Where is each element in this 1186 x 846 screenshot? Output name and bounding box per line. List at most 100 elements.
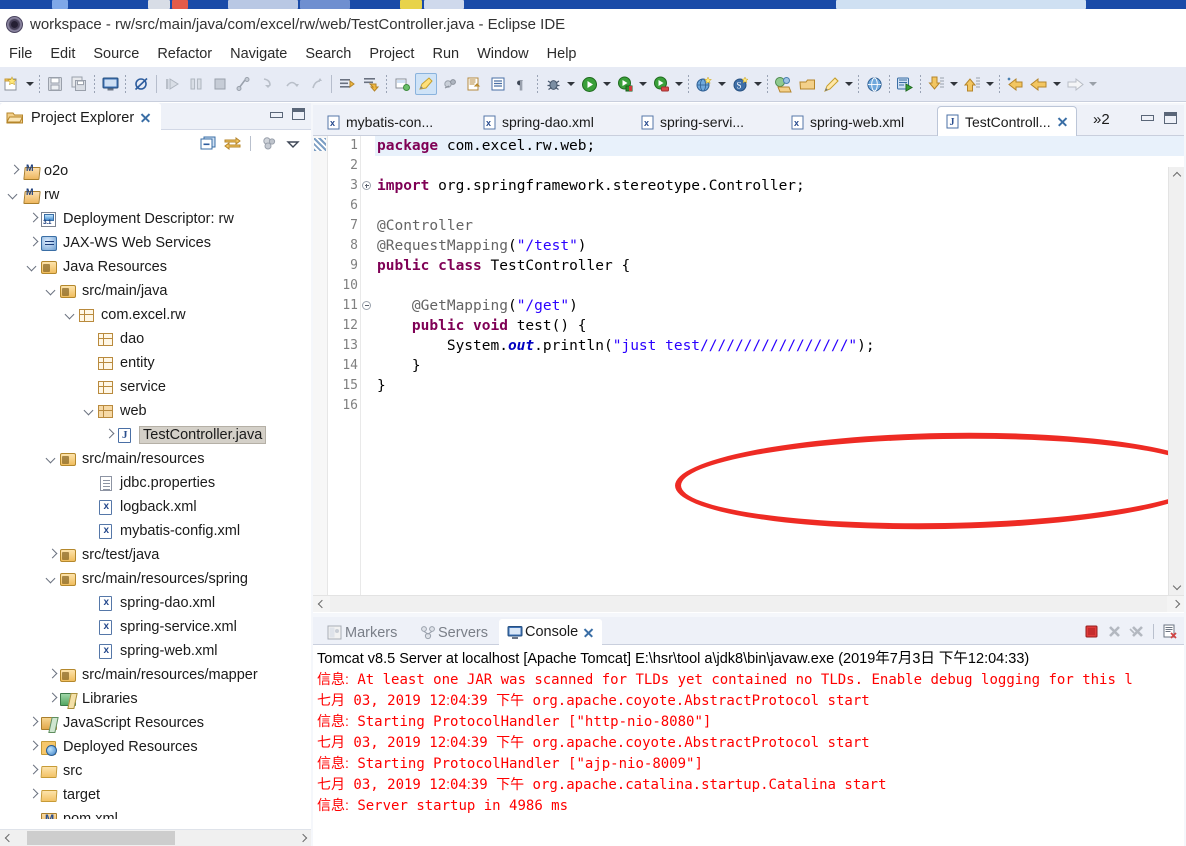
run-server-icon[interactable] — [894, 73, 916, 95]
tree-item-rw[interactable]: rw — [0, 183, 311, 207]
tree-item-target[interactable]: target — [0, 783, 311, 807]
maximize-icon[interactable] — [1164, 112, 1177, 124]
scroll-left-icon[interactable] — [0, 830, 17, 846]
tree-item-deployed-resources[interactable]: Deployed Resources — [0, 735, 311, 759]
hscroll-thumb[interactable] — [27, 830, 175, 845]
run-icon[interactable] — [578, 73, 600, 95]
tree-item-java-resources[interactable]: Java Resources — [0, 255, 311, 279]
editor-tab-testcontroller[interactable]: J TestControll... — [937, 106, 1077, 136]
view-dropdown-icon[interactable] — [283, 134, 303, 154]
tree-item-src-test-java[interactable]: src/test/java — [0, 543, 311, 567]
scroll-down-icon[interactable] — [1169, 579, 1184, 595]
tree-item-jax-ws-web-services[interactable]: JAX-WS Web Services — [0, 231, 311, 255]
run-dropdown-arrow[interactable] — [601, 73, 613, 95]
chevron-down-icon[interactable] — [25, 259, 41, 275]
code-line[interactable]: package com.excel.rw.web; — [375, 136, 1184, 156]
collapse-all-icon[interactable] — [198, 134, 218, 154]
chevron-down-icon[interactable] — [44, 283, 60, 299]
coverage-dropdown-arrow[interactable] — [673, 73, 685, 95]
chevron-right-icon[interactable] — [25, 211, 41, 227]
tab-console[interactable]: Console — [499, 619, 603, 645]
debug-dropdown-arrow[interactable] — [565, 73, 577, 95]
edit-icon[interactable] — [820, 73, 842, 95]
tree-item-libraries[interactable]: Libraries — [0, 687, 311, 711]
chevron-down-icon[interactable] — [6, 187, 22, 203]
scroll-right-icon[interactable] — [1167, 596, 1184, 613]
tree-item-mybatis-config-xml[interactable]: mybatis-config.xml — [0, 519, 311, 543]
hscroll-track[interactable] — [330, 595, 1167, 612]
code-line[interactable]: System.out.println("just test///////////… — [375, 336, 1184, 356]
tree-item-dao[interactable]: dao — [0, 327, 311, 351]
open-console-icon[interactable] — [99, 73, 121, 95]
show-whitespace-icon[interactable] — [439, 73, 461, 95]
run-config-dropdown-arrow[interactable] — [637, 73, 649, 95]
tree-item-jdbc-properties[interactable]: jdbc.properties — [0, 471, 311, 495]
menu-search[interactable]: Search — [296, 45, 360, 63]
tree-item-service[interactable]: service — [0, 375, 311, 399]
fold-expand-icon[interactable] — [362, 176, 374, 196]
scroll-left-icon[interactable] — [313, 596, 330, 613]
tree-item-javascript-resources[interactable]: JavaScript Resources — [0, 711, 311, 735]
code-line[interactable]: import org.springframework.stereotype.Co… — [375, 176, 1184, 196]
minimize-icon[interactable] — [269, 109, 283, 120]
editor-tab-spring-web[interactable]: x spring-web.xml — [783, 108, 912, 136]
open-type-icon[interactable] — [772, 73, 794, 95]
tree-item-com-excel-rw[interactable]: com.excel.rw — [0, 303, 311, 327]
menu-navigate[interactable]: Navigate — [221, 45, 296, 63]
tab-project-explorer[interactable]: Project Explorer — [0, 103, 162, 130]
console-output[interactable]: Tomcat v8.5 Server at localhost [Apache … — [313, 645, 1184, 846]
save-all-icon[interactable] — [68, 73, 90, 95]
tree-item-deployment-descriptor-rw[interactable]: Deployment Descriptor: rw — [0, 207, 311, 231]
code-line[interactable]: @Controller — [375, 216, 1184, 236]
tree-item-spring-service-xml[interactable]: spring-service.xml — [0, 615, 311, 639]
code-editor[interactable]: 1 2 3 6 7 8 9 10 11 12 13 14 15 16 package com.excel.… — [313, 136, 1184, 612]
tab-servers[interactable]: Servers — [412, 620, 496, 645]
back-dropdown-arrow[interactable] — [1051, 73, 1063, 95]
code-line[interactable] — [375, 276, 1184, 296]
code-line[interactable]: @RequestMapping("/test") — [375, 236, 1184, 256]
chevron-right-icon[interactable] — [25, 787, 41, 803]
chevron-down-icon[interactable] — [82, 403, 98, 419]
download-dropdown-arrow[interactable] — [948, 73, 960, 95]
show-source-quick-icon[interactable] — [463, 73, 485, 95]
code-line[interactable]: @GetMapping("/get") — [375, 296, 1184, 316]
menu-run[interactable]: Run — [423, 45, 468, 63]
code-line[interactable] — [375, 196, 1184, 216]
tree-item-src-main-resources-mapper[interactable]: src/main/resources/mapper — [0, 663, 311, 687]
terminate-icon[interactable] — [1081, 621, 1101, 641]
previous-annotation-icon[interactable] — [360, 73, 382, 95]
tree-item-o2o[interactable]: o2o — [0, 159, 311, 183]
tree-item-entity[interactable]: entity — [0, 351, 311, 375]
tree-item-src-main-resources[interactable]: src/main/resources — [0, 447, 311, 471]
code-line[interactable]: } — [375, 356, 1184, 376]
chevron-right-icon[interactable] — [44, 547, 60, 563]
menu-help[interactable]: Help — [538, 45, 586, 63]
tree-item-logback-xml[interactable]: logback.xml — [0, 495, 311, 519]
menu-edit[interactable]: Edit — [41, 45, 84, 63]
new-web-project-icon[interactable] — [693, 73, 715, 95]
tree-item-src-main-java[interactable]: src/main/java — [0, 279, 311, 303]
chevron-right-icon[interactable] — [25, 763, 41, 779]
back-history-icon[interactable] — [1004, 73, 1026, 95]
hscroll-track[interactable] — [17, 829, 294, 846]
chevron-down-icon[interactable] — [63, 307, 79, 323]
open-task-icon[interactable] — [796, 73, 818, 95]
new-wizard-icon[interactable] — [1, 73, 23, 95]
scroll-right-icon[interactable] — [294, 830, 311, 846]
editor-tab-spring-dao[interactable]: x spring-dao.xml — [475, 108, 602, 136]
chevron-right-icon[interactable] — [25, 739, 41, 755]
tree-item-testcontroller-java[interactable]: TestController.java — [0, 423, 311, 447]
menu-project[interactable]: Project — [360, 45, 423, 63]
code-line[interactable] — [375, 156, 1184, 176]
upload-icon[interactable] — [961, 73, 983, 95]
project-tree[interactable]: o2o rwDeployment Descriptor: rw JAX-WS Web… — [0, 157, 311, 819]
maximize-icon[interactable] — [292, 108, 305, 120]
skip-breakpoints-icon[interactable] — [130, 73, 152, 95]
back-icon[interactable] — [1028, 73, 1050, 95]
chevron-right-icon[interactable] — [101, 427, 117, 443]
chevron-down-icon[interactable] — [44, 451, 60, 467]
show-formatting-icon[interactable] — [487, 73, 509, 95]
menu-refactor[interactable]: Refactor — [148, 45, 221, 63]
editor-tab-mybatis-config[interactable]: x mybatis-con... — [319, 108, 441, 136]
search-spring-icon[interactable]: S — [729, 73, 751, 95]
